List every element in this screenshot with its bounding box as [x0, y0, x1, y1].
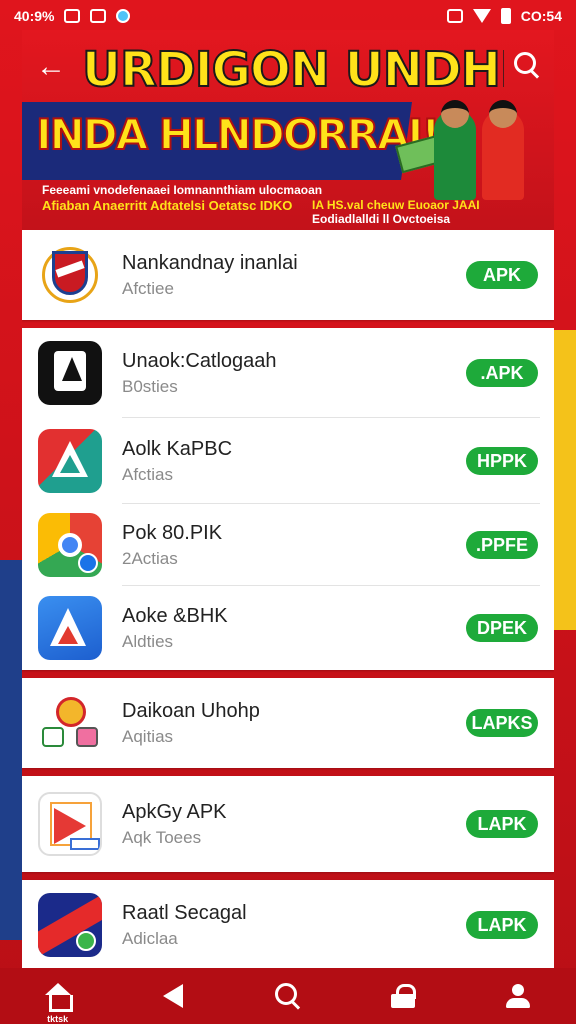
chrome-icon [38, 513, 102, 577]
app-card: Nankandnay inanlai Afctiee APK [22, 230, 554, 320]
status-time-left: 40:9% [14, 8, 55, 24]
app-card: ApkGy APK Aqk Toees LAPK [22, 776, 554, 872]
list-item[interactable]: Daikoan Uhohp Aqitias LAPKS [22, 678, 554, 768]
app-list: Nankandnay inanlai Afctiee APK Unaok:Cat… [22, 230, 554, 968]
document-icon [38, 341, 102, 405]
list-item[interactable]: Aoke &BHK Aldties DPEK [22, 586, 554, 670]
back-arrow-icon[interactable]: ← [36, 50, 66, 84]
banner-tagline-right: IA HS.val cheuw Euoaor JAAI Eodiadlalldi… [312, 198, 552, 226]
list-item[interactable]: Raatl Secagal Adiclaa LAPK [22, 880, 554, 968]
nav-home-label: tktsk [47, 1014, 69, 1024]
app-name: Pok 80.PIK [122, 521, 223, 544]
notification-icon [90, 9, 107, 23]
triangle-icon [38, 429, 102, 493]
app-subtitle: Aqitias [122, 726, 174, 746]
apk-download-button[interactable]: DPEK [466, 614, 538, 642]
apk-download-button[interactable]: LAPKS [466, 709, 538, 737]
person-illustration [434, 100, 476, 200]
apk-download-button[interactable]: HPPK [466, 447, 538, 475]
search-icon [274, 983, 301, 1009]
app-name: Daikoan Uhohp [122, 699, 260, 722]
app-subtitle: Aqk Toees [122, 827, 202, 847]
nav-back[interactable] [143, 968, 203, 1024]
mascot-icon [38, 691, 102, 755]
apk-download-button[interactable]: .PPFE [466, 531, 538, 559]
app-name: ApkGy APK [122, 800, 227, 823]
banner-tagline-line1: Feeeami vnodefenaaei Iomnannthiam ulocma… [42, 183, 323, 197]
crest-icon [38, 243, 102, 307]
user-icon [506, 984, 531, 1008]
list-item[interactable]: Nankandnay inanlai Afctiee APK [22, 230, 554, 320]
home-icon [44, 983, 73, 1012]
apk-download-button[interactable]: .APK [466, 359, 538, 387]
app-name: Aoke &BHK [122, 604, 228, 627]
background-decoration-left [0, 560, 22, 940]
person-illustration [482, 100, 524, 200]
app-card-group: Unaok:Catlogaah B0sties .APK Aolk KaPBC … [22, 328, 554, 670]
game-icon [38, 893, 102, 957]
app-subtitle: B0sties [122, 376, 178, 396]
message-icon [64, 9, 81, 23]
app-subtitle: Afctiee [122, 278, 174, 298]
app-subtitle: Afctias [122, 464, 174, 484]
bottom-nav: tktsk [0, 968, 576, 1024]
apk-download-button[interactable]: LAPK [466, 810, 538, 838]
status-bar: 40:9% CO:54 [0, 0, 576, 32]
app-name: Aolk KaPBC [122, 437, 233, 460]
app-card: Raatl Secagal Adiclaa LAPK [22, 880, 554, 968]
wifi-icon [472, 9, 491, 23]
list-item[interactable]: Aolk KaPBC Afctias HPPK [22, 418, 554, 504]
app-subtitle: 2Actias [122, 548, 178, 568]
nav-lock[interactable] [373, 968, 433, 1024]
search-icon[interactable] [512, 50, 542, 80]
nav-search[interactable] [258, 968, 318, 1024]
banner-tagline-right-line1: IA HS.val cheuw Euoaor JAAI [312, 198, 480, 212]
back-icon [162, 984, 183, 1008]
apk-download-button[interactable]: APK [466, 261, 538, 289]
banner-subtitle: INDA HLNDORRAI! [35, 109, 441, 160]
app-store-icon [38, 596, 102, 660]
background-decoration-right [554, 330, 576, 630]
header-banner: ← URDIGON UNDHEAN INDA HLNDORRAI! Feeeam… [22, 30, 554, 230]
app-name: Raatl Secagal [122, 901, 247, 924]
nav-home[interactable]: tktsk [28, 968, 88, 1024]
list-item[interactable]: Pok 80.PIK 2Actias .PPFE [22, 504, 554, 586]
banner-tagline-right-line2: Eodiadlalldi ll Ovctoeisa [312, 212, 451, 226]
app-notification-icon [116, 9, 131, 23]
battery-icon [500, 8, 511, 24]
apk-download-button[interactable]: LAPK [466, 911, 538, 939]
list-item[interactable]: Unaok:Catlogaah B0sties .APK [22, 328, 554, 418]
status-time-right: CO:54 [520, 8, 562, 24]
app-name: Nankandnay inanlai [122, 251, 298, 274]
bluetooth-icon [446, 9, 463, 23]
play-store-icon [38, 792, 102, 856]
app-name: Unaok:Catlogaah [122, 349, 277, 372]
app-subtitle: Aldties [122, 631, 174, 651]
lock-icon [391, 984, 417, 1008]
list-item[interactable]: ApkGy APK Aqk Toees LAPK [22, 776, 554, 872]
nav-profile[interactable] [488, 968, 548, 1024]
app-subtitle: Adiclaa [122, 928, 178, 948]
app-card: Daikoan Uhohp Aqitias LAPKS [22, 678, 554, 768]
